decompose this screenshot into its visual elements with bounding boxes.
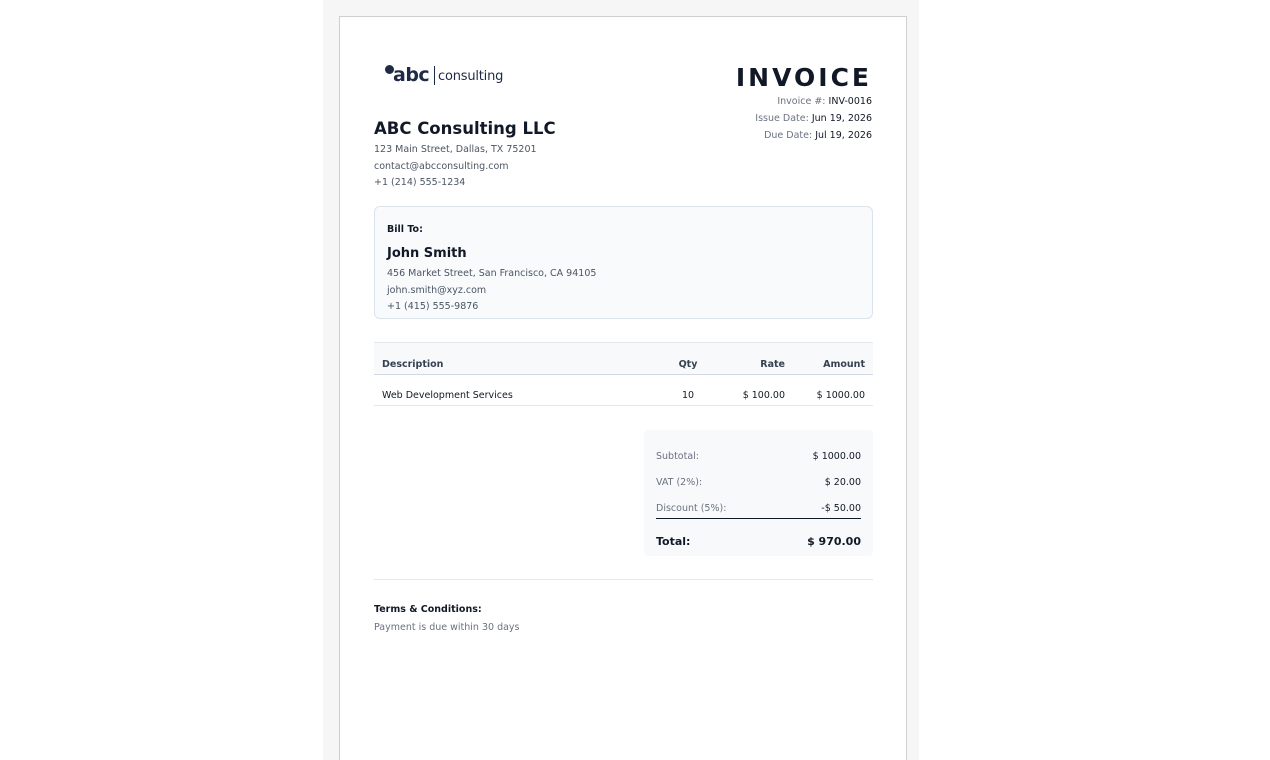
due-date: Jul 19, 2026 [815,130,872,141]
item-amount: $ 1000.00 [816,390,865,401]
header-qty: Qty [678,359,698,370]
invoice-number: INV-0016 [828,96,872,107]
invoice-meta: Invoice #: INV-0016 Issue Date: Jun 19, … [755,93,872,144]
due-date-label: Due Date: [764,130,813,141]
client-address: 456 Market Street, San Francisco, CA 941… [387,268,597,279]
client-email: john.smith@xyz.com [387,285,487,296]
vat-value: $ 20.00 [824,477,861,488]
subtotal-value: $ 1000.00 [812,451,861,462]
totals-divider [656,518,861,519]
logo-separator [434,66,435,85]
company-email: contact@abcconsulting.com [374,161,509,172]
logo-brand: abc [393,64,430,86]
client-info: 456 Market Street, San Francisco, CA 941… [387,266,596,315]
header-rate: Rate [760,359,785,370]
company-address: 123 Main Street, Dallas, TX 75201 [374,144,537,155]
discount-label: Discount (5%): [656,503,727,514]
invoice-document: abc consulting INVOICE Invoice #: INV-00… [339,16,907,760]
vat-row: VAT (2%): $ 20.00 [656,477,861,495]
issue-date: Jun 19, 2026 [811,113,872,124]
issue-date-row: Issue Date: Jun 19, 2026 [755,110,872,127]
client-name: John Smith [387,246,467,261]
issue-date-label: Issue Date: [755,113,809,124]
invoice-title: INVOICE [735,63,872,92]
due-date-row: Due Date: Jul 19, 2026 [755,127,872,144]
company-phone: +1 (214) 555-1234 [374,177,466,188]
subtotal-label: Subtotal: [656,451,700,462]
table-row: Web Development Services 10 $ 100.00 $ 1… [374,375,873,406]
table-header: Description Qty Rate Amount [374,342,873,375]
item-description: Web Development Services [382,390,513,401]
company-name: ABC Consulting LLC [374,119,556,138]
terms-title: Terms & Conditions: [374,604,482,615]
invoice-number-row: Invoice #: INV-0016 [755,93,872,110]
item-rate: $ 100.00 [742,390,785,401]
invoice-number-label: Invoice #: [777,96,826,107]
header-amount: Amount [823,359,865,370]
bill-to-panel: Bill To: John Smith 456 Market Street, S… [374,206,873,319]
company-info: 123 Main Street, Dallas, TX 75201 contac… [374,142,537,191]
client-phone: +1 (415) 555-9876 [387,301,479,312]
totals-panel: Subtotal: $ 1000.00 VAT (2%): $ 20.00 Di… [644,430,873,556]
vat-label: VAT (2%): [656,477,703,488]
item-qty: 10 [681,390,695,401]
section-divider [374,579,873,580]
terms-text: Payment is due within 30 days [374,622,520,633]
total-row: Total: $ 970.00 [656,535,861,553]
logo-tagline: consulting [438,69,504,84]
line-items-table: Description Qty Rate Amount Web Developm… [374,342,873,406]
discount-value: -$ 50.00 [821,503,861,514]
total-value: $ 970.00 [807,535,861,548]
header-description: Description [382,359,444,370]
bill-to-label: Bill To: [387,224,423,235]
subtotal-row: Subtotal: $ 1000.00 [656,451,861,469]
total-label: Total: [656,535,691,548]
